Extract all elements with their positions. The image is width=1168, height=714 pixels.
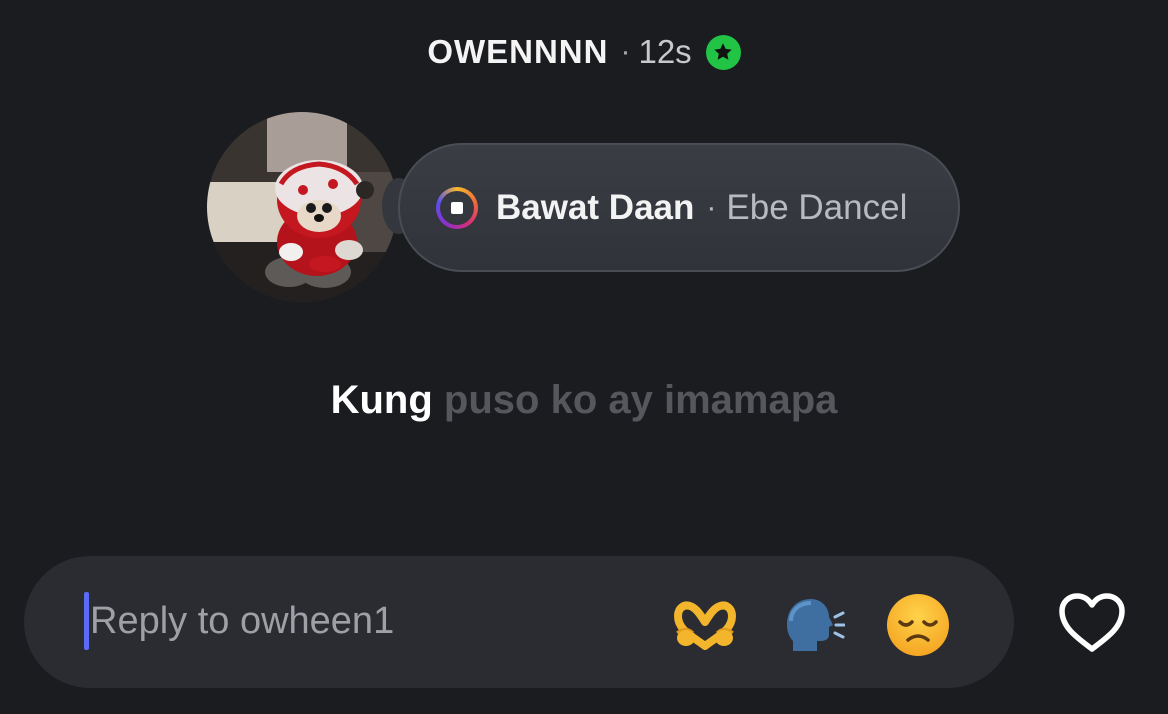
reply-input[interactable]: [90, 592, 650, 650]
music-stop-icon-inner: [440, 190, 474, 225]
music-sticker[interactable]: Bawat Daan · Ebe Dancel: [398, 143, 960, 272]
avatar-plush-image: [207, 112, 397, 302]
story-timestamp: 12s: [638, 33, 692, 70]
close-friends-star-icon: [705, 34, 741, 70]
reply-bar: [24, 556, 1014, 688]
disappointed-face-emoji-icon[interactable]: [883, 590, 953, 660]
music-stop-icon[interactable]: [436, 186, 478, 229]
heart-outline-icon[interactable]: [1054, 588, 1130, 658]
story-username[interactable]: OWENNNN: [427, 33, 608, 71]
heart-hands-emoji-icon[interactable]: [670, 590, 740, 660]
speaking-head-emoji-icon[interactable]: [777, 590, 847, 660]
song-artist: Ebe Dancel: [726, 187, 908, 227]
header-separator: ·: [620, 35, 631, 68]
song-separator: ·: [706, 190, 717, 224]
lyric-active-word: Kung: [330, 378, 433, 422]
lyrics-line: Kung puso ko ay imamapa: [0, 378, 1168, 423]
lyric-upcoming-words: puso ko ay imamapa: [443, 378, 838, 422]
text-caret: [84, 592, 89, 650]
stop-square-icon: [451, 201, 463, 214]
song-title: Bawat Daan: [496, 187, 695, 227]
story-header: OWENNNN · 12s: [0, 26, 1168, 78]
story-viewer: OWENNNN · 12s Bawat Daan · Ebe Dancel Ku…: [0, 0, 1168, 714]
avatar[interactable]: [207, 112, 397, 302]
